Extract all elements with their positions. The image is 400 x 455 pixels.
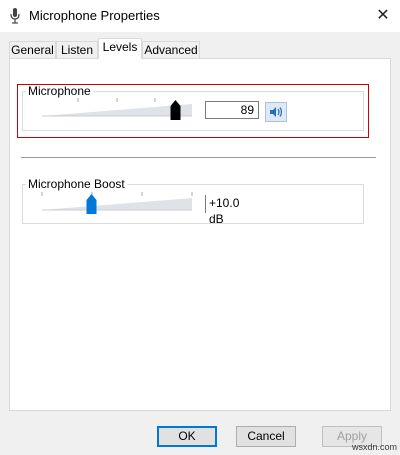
- close-icon: ✕: [376, 7, 390, 24]
- highlight-box: [17, 84, 369, 138]
- close-button[interactable]: ✕: [366, 2, 400, 30]
- tab-listen[interactable]: Listen: [56, 41, 98, 58]
- tab-advanced[interactable]: Advanced: [142, 41, 200, 58]
- tab-levels[interactable]: Levels: [98, 38, 142, 59]
- slider-thumb[interactable]: [86, 194, 97, 214]
- slider-track: [42, 198, 192, 210]
- window-title: Microphone Properties: [29, 8, 160, 23]
- tab-label: Levels: [102, 40, 138, 54]
- tab-label: General: [11, 43, 54, 57]
- title-bar: Microphone Properties ✕: [0, 0, 400, 32]
- microphone-boost-group-label: Microphone Boost: [26, 177, 127, 191]
- tab-label: Listen: [60, 43, 94, 57]
- microphone-boost-slider[interactable]: [40, 190, 194, 216]
- microphone-icon: [10, 8, 20, 24]
- separator: [21, 157, 376, 158]
- tab-general[interactable]: General: [9, 41, 56, 58]
- cancel-button[interactable]: Cancel: [236, 426, 296, 447]
- ok-button[interactable]: OK: [157, 426, 217, 447]
- microphone-boost-value: +10.0 dB: [205, 195, 255, 226]
- tab-label: Advanced: [144, 43, 198, 57]
- watermark: wsxdn.com: [352, 442, 398, 452]
